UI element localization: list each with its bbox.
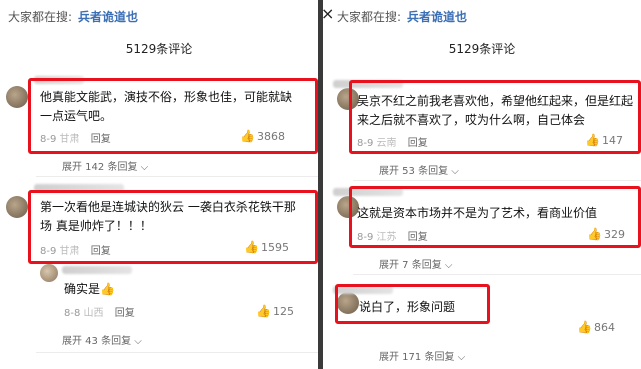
blurred-username bbox=[62, 266, 132, 274]
expand-replies-link[interactable]: 展开 7 条回复 ⌵ bbox=[379, 256, 453, 271]
expand-replies-link[interactable]: 展开 142 条回复 ⌵ bbox=[62, 158, 148, 173]
expand-replies-label: 展开 7 条回复 bbox=[379, 260, 442, 271]
avatar[interactable] bbox=[6, 196, 28, 218]
avatar[interactable] bbox=[6, 86, 28, 108]
reply-text: 确实是👍 bbox=[64, 280, 115, 299]
search-prefix: 大家都在搜: bbox=[337, 10, 402, 24]
highlight-box bbox=[28, 78, 318, 154]
search-prefix: 大家都在搜: bbox=[8, 10, 73, 24]
divider bbox=[353, 274, 641, 275]
like-count: 864 bbox=[593, 321, 615, 334]
expand-replies-link[interactable]: 展开 171 条回复 ⌵ bbox=[379, 348, 465, 363]
reply-meta: 8-8 山西 回复 bbox=[64, 304, 135, 319]
chevron-down-icon: ⌵ bbox=[131, 336, 142, 347]
highlight-box bbox=[349, 80, 641, 154]
expand-replies-label: 展开 43 条回复 bbox=[62, 336, 132, 347]
chevron-down-icon: ⌵ bbox=[454, 352, 466, 363]
divider bbox=[36, 352, 318, 353]
reply-button[interactable]: 回复 bbox=[115, 308, 135, 319]
right-screenshot-panel: × 大家都在搜: 兵者诡道也 5129条评论 吴京不红之前我老喜欢他，希望他红起来… bbox=[323, 0, 641, 369]
search-suggestion-bar[interactable]: 大家都在搜: 兵者诡道也 bbox=[8, 8, 138, 25]
divider bbox=[353, 180, 641, 181]
expand-replies-label: 展开 142 条回复 bbox=[62, 162, 138, 173]
chevron-down-icon: ⌵ bbox=[448, 166, 459, 177]
thumb-up-emoji-icon: 👍 bbox=[100, 282, 115, 296]
highlight-box bbox=[349, 186, 641, 248]
chevron-down-icon: ⌵ bbox=[441, 260, 453, 271]
like-button[interactable]: 👍 864 bbox=[577, 320, 615, 334]
search-suggestion-bar[interactable]: 大家都在搜: 兵者诡道也 bbox=[337, 8, 467, 25]
expand-replies-label: 展开 53 条回复 bbox=[379, 166, 449, 177]
comment-count-title: 5129条评论 bbox=[448, 42, 516, 56]
left-screenshot-panel: 大家都在搜: 兵者诡道也 5129条评论 他真能文能武，演技不俗，形象也佳，可能就… bbox=[0, 0, 318, 369]
divider bbox=[36, 176, 318, 177]
reply-location: 山西 bbox=[83, 308, 104, 319]
expand-replies-link[interactable]: 展开 53 条回复 ⌵ bbox=[379, 162, 459, 177]
search-term-link[interactable]: 兵者诡道也 bbox=[78, 10, 138, 24]
expand-replies-label: 展开 171 条回复 bbox=[379, 352, 455, 363]
thumb-up-icon: 👍 bbox=[256, 304, 271, 318]
close-icon[interactable]: × bbox=[323, 4, 334, 23]
highlight-box bbox=[28, 190, 318, 264]
reply-text-label: 确实是 bbox=[64, 282, 101, 296]
search-term-link[interactable]: 兵者诡道也 bbox=[407, 10, 467, 24]
reply-date: 8-8 bbox=[64, 308, 81, 319]
expand-replies-link[interactable]: 展开 43 条回复 ⌵ bbox=[62, 332, 142, 347]
comment-count-title: 5129条评论 bbox=[125, 42, 193, 56]
thumb-up-icon: 👍 bbox=[577, 320, 592, 334]
highlight-box bbox=[335, 284, 490, 324]
chevron-down-icon: ⌵ bbox=[137, 162, 149, 173]
avatar[interactable] bbox=[40, 264, 58, 282]
like-button[interactable]: 👍 125 bbox=[256, 304, 294, 318]
like-count: 125 bbox=[272, 305, 294, 318]
